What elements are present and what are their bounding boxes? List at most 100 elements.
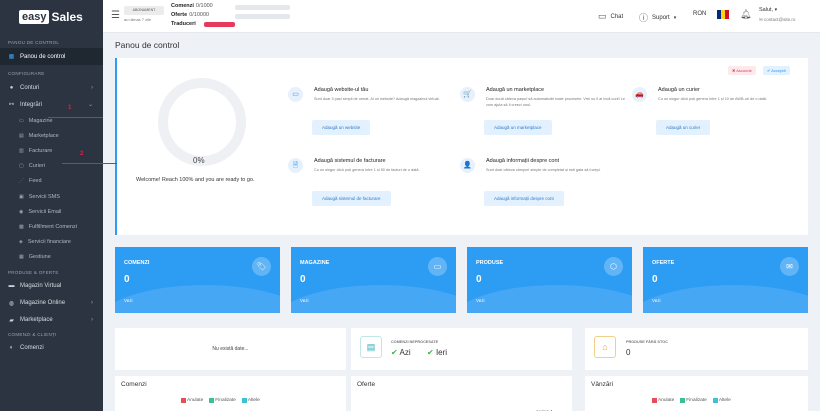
store-icon: ▭ [19,117,24,124]
legend-item[interactable]: Anulate [181,398,206,403]
website-icon: ▭ [288,87,303,102]
sidebar-item-marketplace[interactable]: ▰ Marketplace › [0,312,103,329]
sidebar-item-magazin-virtual[interactable]: ▬ Magazin Virtual [0,278,103,295]
sub-label: Servicii financiare [27,239,71,246]
legend-item[interactable]: Finalizate [680,398,710,403]
user-email-text: contact@site.ro [764,17,796,22]
subscription-remaining: au rămas 7 zile [124,17,152,22]
task-title: Adaugă informații despre cont [486,158,560,164]
sidebar: easy Sales PANOU DE CONTROL ▦ Panou de c… [0,0,103,411]
sidebar-sub-financiare[interactable]: ◈ Servicii financiare [0,235,103,250]
task-desc: Cu un singur click poți genera între 1 ș… [314,168,420,172]
chat-button[interactable]: ▭ Chat [598,11,623,22]
accept-button[interactable]: ✔ Acceptă [763,66,790,75]
legend-item[interactable]: Altele [712,398,734,403]
sidebar-sub-feed[interactable]: ⋰ Feed [0,174,103,189]
sidebar-item-comenzi[interactable]: ◐ Comenzi [0,340,103,357]
legend-item[interactable]: Finalizate [209,398,239,403]
stat-label: MAGAZINE [300,260,330,266]
stat-magazine[interactable]: MAGAZINE 0 Vezi ▭ [291,247,456,313]
logo-text: Sales [51,9,83,24]
accept-label: Acceptă [771,68,786,73]
sidebar-sub-facturare[interactable]: ▥ Facturare [0,143,103,158]
sub-label: Facturare [28,147,53,154]
warehouse-icon: ▦ [19,254,24,261]
stat-link[interactable]: Vezi [476,298,485,303]
caret-down-icon: ▾ [774,7,778,13]
sidebar-sub-curieri[interactable]: ▢ Curieri [0,159,103,174]
welcome-message: Welcome! Reach 100% and you are ready to… [136,177,255,183]
support-button[interactable]: ⓘ Suport ▾ [639,11,676,24]
sidebar-sub-gestiune[interactable]: ▦ Gestiune [0,250,103,265]
task-desc: Sunt doar 3 pași simpli de urmat. Ai un … [314,97,440,101]
orders-icon: ▤ [360,336,382,358]
legend-item[interactable]: Anulate [652,398,677,403]
quota-label: Comenzi [171,3,194,9]
sidebar-sub-fulfillment[interactable]: ▩ Fulfillment Comenzi [0,219,103,234]
tag-icon: 🏷 [252,257,271,276]
logo[interactable]: easy Sales [0,0,103,33]
legend-label: Anulate [658,398,675,403]
sidebar-item-integrari[interactable]: ⚯ Integrări ⌄ [0,96,103,113]
add-marketplace-button[interactable]: Adaugă un marketplace [484,120,552,135]
annotation-number-2: 2 [80,151,84,157]
user-menu[interactable]: Salut, ▾ ✉ contact@site.ro [759,7,795,23]
stat-comenzi[interactable]: COMENZI 0 Vezi 🏷 [115,247,280,313]
legend-label: Anulate [187,398,204,403]
stat-value: 0 [476,274,482,285]
comenzi-chart-card: Comenzi Anulate Finalizate Altele [115,376,346,411]
sidebar-sub-marketplace[interactable]: ▤ Marketplace [0,128,103,143]
annotation-line-2 [62,163,117,164]
cart-icon: ◐ [9,345,14,352]
legend-label: Altele [718,398,731,403]
chevron-right-icon: › [91,84,93,91]
progress-percent: 0% [193,156,205,165]
quota-bar-red [204,22,235,27]
sidebar-sub-sms[interactable]: ▣ Servicii SMS [0,189,103,204]
quota-bar [235,5,290,10]
hide-button[interactable]: ✖ Ascunde [728,66,756,75]
stat-value: 0 [124,274,130,285]
section-title: Comenzi [121,381,147,388]
add-account-info-button[interactable]: Adaugă informații despre cont [484,191,564,206]
section-control: PANOU DE CONTROL [8,40,60,45]
stat-link[interactable]: Vezi [652,298,661,303]
add-courier-button[interactable]: Adaugă un curier [656,120,711,135]
quota-label: Traduceri [171,21,196,27]
stat-produse[interactable]: PRODUSE 0 Vezi ⬡ [467,247,632,313]
user-icon: ● [9,84,14,91]
quota-label: Oferte [171,12,188,18]
truck-icon: ▢ [19,163,24,170]
sidebar-item-label: Magazin Virtual [20,283,62,290]
cart-icon: 🛒 [460,87,475,102]
add-invoicing-button[interactable]: Adaugă sistemul de facturare [312,191,391,206]
top-header: ☰ ABONAMENT au rămas 7 zile Comenzi 0/100… [103,0,820,33]
menu-icon[interactable]: ☰ [111,10,120,21]
sidebar-item-conturi[interactable]: ● Conturi › [0,79,103,96]
support-label: Suport [652,14,670,21]
add-website-button[interactable]: Adaugă un website [312,120,371,135]
stat-oferte[interactable]: OFERTE 0 Vezi ✉ [643,247,808,313]
user-icon: 👤 [460,158,475,173]
sidebar-sub-email[interactable]: ◉ Servicii Email [0,204,103,219]
sidebar-item-dashboard[interactable]: ▦ Panou de control [0,48,103,65]
bell-icon[interactable]: 🔔︎ [740,9,755,20]
section-title: Vânzări [591,381,614,388]
chat-icon: ▭ [598,11,607,21]
stat-link[interactable]: Vezi [300,298,309,303]
chevron-down-icon: ⌄ [87,102,93,108]
task-desc: Cu un singur click poți genera între 1 ș… [658,97,767,101]
sub-label: Servicii SMS [28,193,60,200]
section-title: Oferte [357,381,376,388]
sidebar-sub-magazine[interactable]: ▭ Magazine [0,113,103,128]
sub-label: Feed [29,178,42,185]
subscription-badge[interactable]: ABONAMENT [124,6,164,15]
currency-selector[interactable]: RON [693,11,706,17]
sidebar-item-magazine-online[interactable]: ◍ Magazine Online › [0,295,103,312]
stat-link[interactable]: Vezi [124,298,133,303]
flag-ro-icon[interactable] [717,10,729,19]
legend-item[interactable]: Altele [241,398,263,403]
oferte-chart-card: Oferte series-1 [351,376,572,411]
legend-label: Altele [247,398,260,403]
stat-label: OFERTE [652,260,675,266]
